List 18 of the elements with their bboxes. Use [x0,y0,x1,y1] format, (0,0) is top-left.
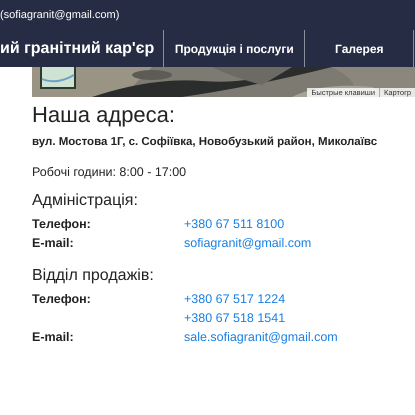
contact-label: Телефон: [32,292,92,308]
contact-link[interactable]: sale.sofiagranit@gmail.com [184,330,338,349]
contact-label: E-mail: [32,236,75,252]
contact-label: Телефон: [32,217,92,233]
section-title: Наша адреса: [32,102,176,128]
contact-link[interactable]: +380 67 511 8100 [184,217,284,236]
nav-link[interactable]: Галерея [305,42,414,56]
contact-link[interactable]: +380 67 518 1541 [184,311,286,330]
working-hours: Робочі години: 8:00 - 17:00 [32,165,188,179]
site-title: ий гранітний кар'єр [0,40,156,58]
street-address: вул. Мостова 1Г, с. Софіївка, Новобузький район, Миколаївс [32,136,378,148]
contact-label: E-mail: [32,330,75,346]
nav-link[interactable]: Продукція і послуги [164,42,304,56]
contact-link[interactable]: +380 67 517 1224 [184,292,286,311]
contact-link[interactable]: sofiagranit@gmail.com [184,236,312,255]
department-title: Відділ продажів: [32,267,155,285]
department-title: Адміністрація: [32,192,139,210]
header-email: (sofiagranit@gmail.com) [0,8,120,23]
